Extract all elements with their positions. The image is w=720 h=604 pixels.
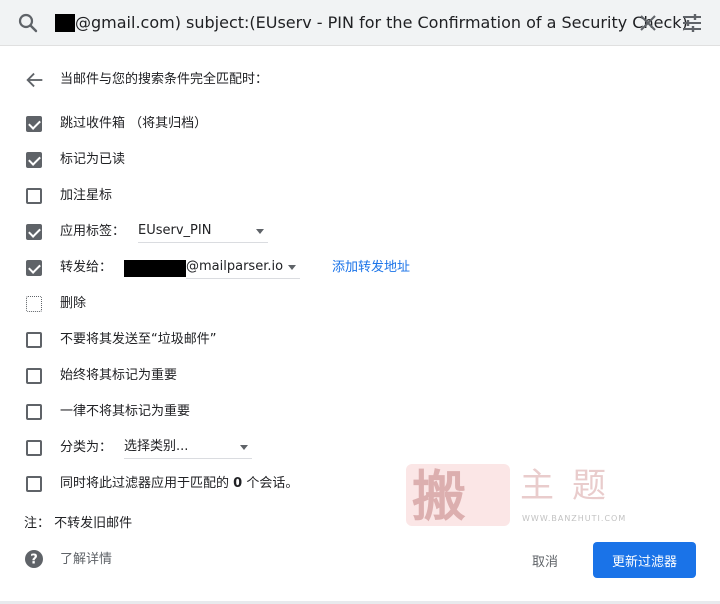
label-select-value: EUserv_PIN: [138, 223, 212, 238]
label-select-dropdown[interactable]: EUserv_PIN: [138, 221, 268, 243]
checkbox-categorize[interactable]: [26, 440, 42, 456]
add-forward-address-link[interactable]: 添加转发地址: [332, 259, 410, 277]
label-never-important: 一律不将其标记为重要: [60, 404, 191, 419]
action-skip-inbox: 跳过收件箱 （将其归档）: [24, 112, 704, 136]
checkbox-apply-existing[interactable]: [26, 476, 42, 492]
checkbox-skip-inbox[interactable]: [26, 116, 42, 132]
label-star: 加注星标: [60, 188, 113, 203]
label-apply-label: 应用标签：: [60, 224, 126, 239]
checkbox-star[interactable]: [26, 188, 42, 204]
chevron-down-icon: [256, 229, 264, 234]
forward-address-dropdown[interactable]: @mailparser.io: [186, 257, 300, 279]
learn-more-link[interactable]: 了解详情: [60, 551, 112, 569]
checkbox-never-spam[interactable]: [26, 332, 42, 348]
filter-header-text: 当邮件与您的搜索条件完全匹配时：: [60, 72, 269, 87]
cancel-button[interactable]: 取消: [516, 542, 574, 578]
tune-icon[interactable]: [680, 11, 704, 35]
chevron-down-icon: [288, 265, 296, 270]
action-never-spam: 不要将其发送至“垃圾邮件”: [24, 328, 704, 352]
label-apply-existing: 同时将此过滤器应用于匹配的 0 个会话。: [60, 475, 298, 493]
action-apply-label: 应用标签： EUserv_PIN: [24, 220, 704, 244]
category-select-dropdown[interactable]: 选择类别...: [124, 437, 252, 459]
redacted-email: [55, 14, 75, 32]
search-query-input[interactable]: @gmail.com) subject:(EUserv - PIN for th…: [75, 12, 688, 34]
label-skip-inbox: 跳过收件箱 （将其归档）: [60, 116, 208, 131]
arrow-back-icon[interactable]: [24, 69, 46, 91]
redacted-forward-address: [124, 260, 186, 277]
label-delete: 删除: [60, 296, 87, 311]
checkbox-never-important[interactable]: [26, 404, 42, 420]
action-always-important: 始终将其标记为重要: [24, 364, 704, 388]
apply-existing-suffix: 个会话。: [242, 476, 299, 491]
search-icon[interactable]: [16, 11, 40, 35]
action-categorize: 分类为： 选择类别...: [24, 436, 704, 460]
action-mark-read: 标记为已读: [24, 148, 704, 172]
update-filter-button[interactable]: 更新过滤器: [593, 542, 696, 578]
checkbox-delete[interactable]: [26, 296, 42, 312]
checkbox-forward[interactable]: [26, 260, 42, 276]
label-always-important: 始终将其标记为重要: [60, 368, 178, 383]
action-forward: 转发给： @mailparser.io 添加转发地址: [24, 256, 704, 280]
checkbox-mark-read[interactable]: [26, 152, 42, 168]
label-mark-read: 标记为已读: [60, 152, 126, 167]
action-star: 加注星标: [24, 184, 704, 208]
watermark-seal-char: 搬: [412, 464, 466, 528]
chevron-down-icon: [240, 445, 248, 450]
label-categorize: 分类为：: [60, 440, 113, 455]
forward-address-value: @mailparser.io: [186, 259, 284, 274]
label-never-spam: 不要将其发送至“垃圾邮件”: [60, 332, 217, 347]
help-icon[interactable]: ?: [24, 549, 44, 569]
apply-existing-prefix: 同时将此过滤器应用于匹配的: [60, 476, 234, 491]
action-delete: 删除: [24, 292, 704, 316]
watermark-url: WWW.BANZHUTI.COM: [522, 514, 627, 523]
category-select-value: 选择类别...: [124, 439, 189, 454]
svg-text:?: ?: [30, 553, 38, 568]
watermark-title: 主题: [520, 466, 624, 506]
close-icon[interactable]: [636, 11, 660, 35]
matching-conversation-count: 0: [233, 476, 243, 491]
search-bar: @gmail.com) subject:(EUserv - PIN for th…: [0, 0, 720, 46]
action-never-important: 一律不将其标记为重要: [24, 400, 704, 424]
watermark-seal: 搬: [406, 464, 510, 526]
label-forward: 转发给：: [60, 260, 113, 275]
checkbox-apply-label[interactable]: [26, 224, 42, 240]
checkbox-always-important[interactable]: [26, 368, 42, 384]
forward-note: 注： 不转发旧邮件: [24, 516, 133, 531]
watermark: 搬 主题 WWW.BANZHUTI.COM: [406, 462, 636, 528]
